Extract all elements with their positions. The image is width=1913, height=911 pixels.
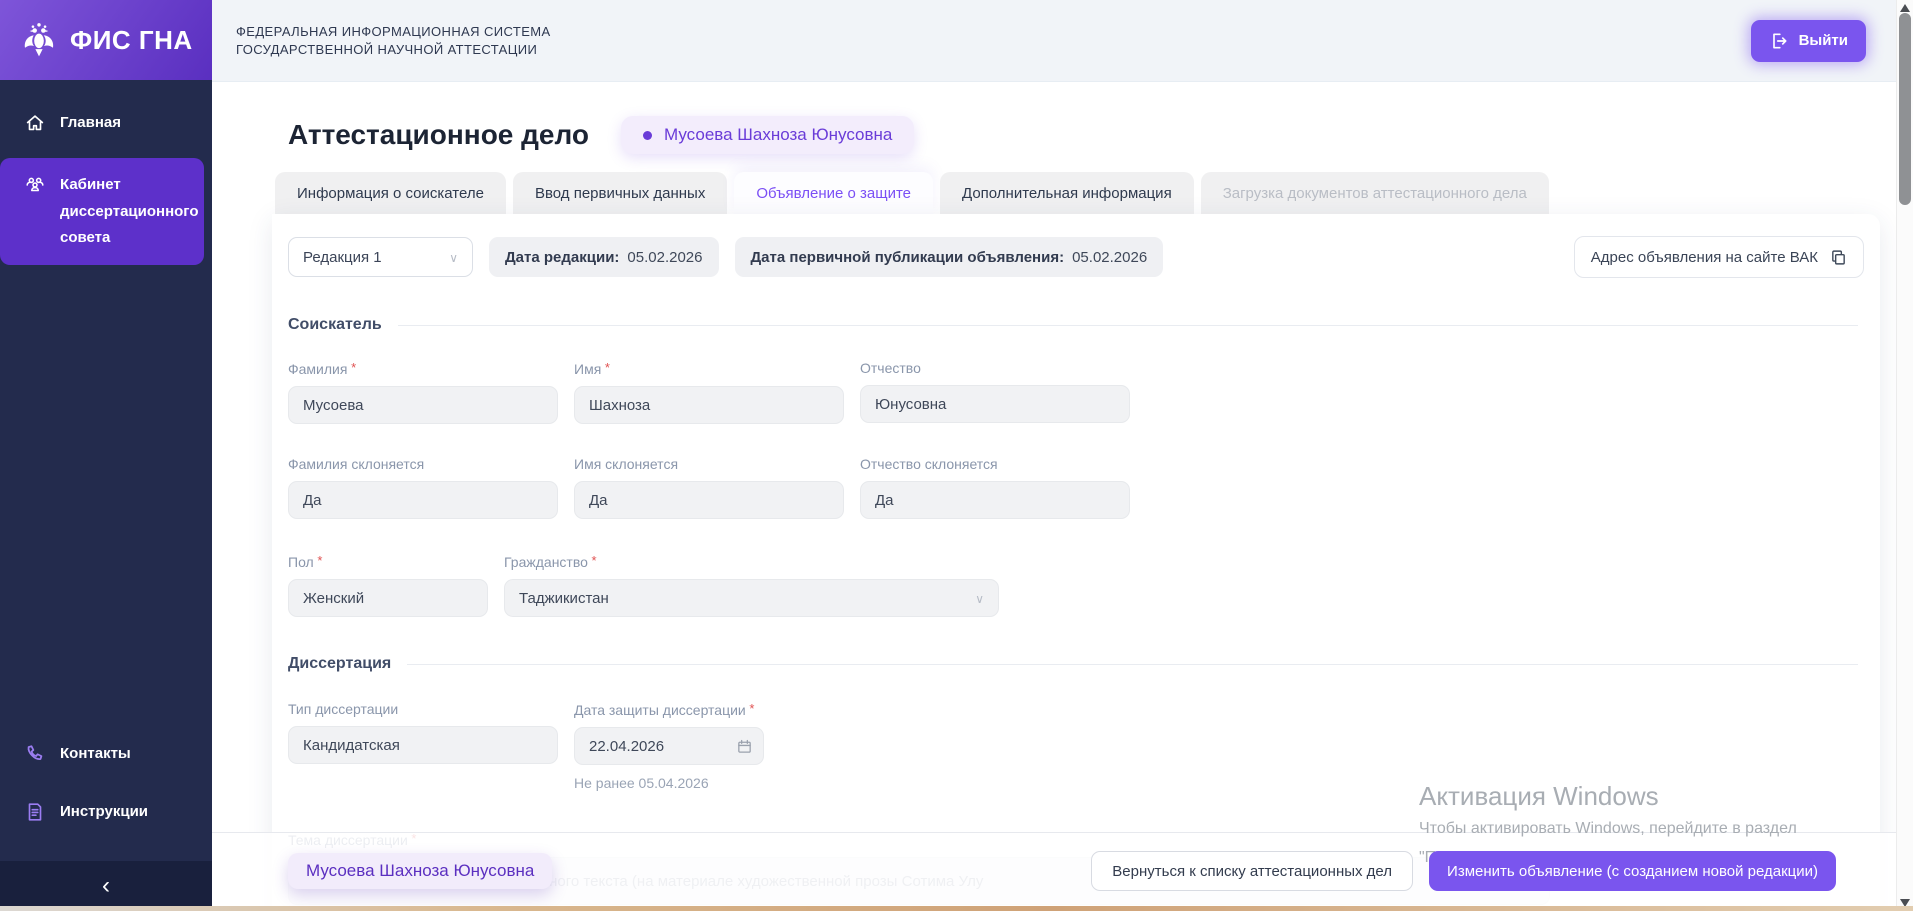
footer-actions: Вернуться к списку аттестационных дел Из…: [1091, 851, 1836, 891]
middlename-input[interactable]: Юнусовна: [860, 385, 1130, 423]
logout-button[interactable]: Выйти: [1751, 20, 1866, 62]
person-badge: Мусоева Шахноза Юнусовна: [621, 116, 914, 154]
lastname-declines-input[interactable]: Да: [288, 481, 558, 519]
lastname-declines-field: Фамилия склоняется Да: [288, 456, 558, 519]
scrollbar-thumb[interactable]: [1899, 13, 1911, 205]
revision-select[interactable]: Редакция 1: [288, 237, 473, 277]
sidebar-item-contacts[interactable]: Контакты: [0, 725, 212, 783]
revision-date-pill: Дата редакции: 05.02.2026: [489, 237, 719, 277]
chevron-down-icon: [975, 590, 984, 607]
tab-documents-upload: Загрузка документов аттестационного дела: [1201, 172, 1549, 214]
sidebar-collapse-button[interactable]: [0, 861, 212, 911]
middlename-declines-field: Отчество склоняется Да: [860, 456, 1130, 519]
page-title: Аттестационное дело: [288, 119, 589, 151]
first-publication-pill: Дата первичной публикации объявления: 05…: [735, 237, 1164, 277]
citizenship-select[interactable]: Таджикистан: [504, 579, 999, 617]
scroll-up-arrow-icon[interactable]: [1900, 4, 1910, 12]
firstname-field: Имя Шахноза: [574, 360, 844, 424]
firstname-input[interactable]: Шахноза: [574, 386, 844, 424]
topbar: ФЕДЕРАЛЬНАЯ ИНФОРМАЦИОННАЯ СИСТЕМА ГОСУД…: [212, 0, 1913, 82]
main-area: ФЕДЕРАЛЬНАЯ ИНФОРМАЦИОННАЯ СИСТЕМА ГОСУД…: [212, 0, 1913, 911]
phone-icon: [24, 743, 46, 765]
vak-address-button[interactable]: Адрес объявления на сайте ВАК: [1574, 236, 1864, 278]
lastname-input[interactable]: Мусоева: [288, 386, 558, 424]
firstname-declines-input[interactable]: Да: [574, 481, 844, 519]
citizenship-field: Гражданство Таджикистан: [504, 553, 999, 617]
middlename-field: Отчество Юнусовна: [860, 360, 1130, 424]
bottom-edge-strip: [0, 906, 1913, 911]
tab-applicant-info[interactable]: Информация о соискателе: [275, 172, 506, 214]
sidebar-item-label: Главная: [60, 110, 121, 136]
sidebar-nav: Главная Кабинет диссертационного совета: [0, 80, 212, 265]
sidebar-item-label: Контакты: [60, 741, 131, 767]
content: Аттестационное дело Мусоева Шахноза Юнус…: [212, 116, 1913, 911]
sidebar-item-label: Кабинет диссертационного совета: [60, 172, 199, 251]
section-applicant: Соискатель: [288, 316, 1864, 334]
document-icon: [24, 801, 46, 823]
logout-icon: [1769, 31, 1789, 51]
home-icon: [24, 112, 46, 134]
tabs: Информация о соискателе Ввод первичных д…: [275, 172, 1913, 214]
copy-icon: [1830, 249, 1847, 266]
revision-bar: Редакция 1 Дата редакции: 05.02.2026 Дат…: [288, 236, 1864, 278]
person-floating-badge: Мусоева Шахноза Юнусовна: [288, 853, 552, 889]
gender-input[interactable]: Женский: [288, 579, 488, 617]
badge-dot-icon: [643, 131, 652, 140]
app-logo[interactable]: ФИС ГНА: [0, 0, 212, 80]
sidebar-item-label: Инструкции: [60, 799, 148, 825]
announcement-card: Редакция 1 Дата редакции: 05.02.2026 Дат…: [272, 214, 1880, 911]
sidebar-item-home[interactable]: Главная: [0, 96, 212, 150]
page-head: Аттестационное дело Мусоева Шахноза Юнус…: [288, 116, 1913, 154]
logo-text: ФИС ГНА: [70, 25, 193, 56]
sidebar-item-dissertation-council[interactable]: Кабинет диссертационного совета: [0, 158, 204, 265]
lastname-field: Фамилия Мусоева: [288, 360, 558, 424]
tab-defense-announcement[interactable]: Объявление о защите: [734, 172, 933, 214]
dissertation-type-field: Тип диссертации Кандидатская: [288, 701, 558, 791]
tab-primary-data[interactable]: Ввод первичных данных: [513, 172, 727, 214]
dissertation-type-input[interactable]: Кандидатская: [288, 726, 558, 764]
sidebar: ФИС ГНА Главная Кабинет диссертац: [0, 0, 212, 911]
defense-date-input[interactable]: 22.04.2026: [574, 727, 764, 765]
back-to-list-button[interactable]: Вернуться к списку аттестационных дел: [1091, 851, 1413, 891]
emblem-icon: [20, 21, 58, 59]
defense-date-hint: Не ранее 05.04.2026: [574, 775, 764, 791]
firstname-declines-field: Имя склоняется Да: [574, 456, 844, 519]
sidebar-bottom: Контакты Инструкции: [0, 725, 212, 842]
section-dissertation: Диссертация: [288, 655, 1864, 673]
sidebar-item-instructions[interactable]: Инструкции: [0, 783, 212, 841]
chevron-down-icon: [449, 249, 458, 266]
calendar-icon: [736, 738, 753, 755]
app-root: ФИС ГНА Главная Кабинет диссертац: [0, 0, 1913, 911]
system-name: ФЕДЕРАЛЬНАЯ ИНФОРМАЦИОННАЯ СИСТЕМА ГОСУД…: [236, 23, 551, 59]
tab-additional-info[interactable]: Дополнительная информация: [940, 172, 1194, 214]
chevron-left-icon: [102, 874, 110, 898]
scrollbar[interactable]: [1896, 0, 1913, 911]
gender-field: Пол Женский: [288, 553, 488, 617]
users-icon: [24, 174, 46, 196]
defense-date-field: Дата защиты диссертации 22.04.2026 Не ра…: [574, 701, 764, 791]
edit-announcement-button[interactable]: Изменить объявление (с созданием новой р…: [1429, 851, 1836, 891]
middlename-declines-input[interactable]: Да: [860, 481, 1130, 519]
